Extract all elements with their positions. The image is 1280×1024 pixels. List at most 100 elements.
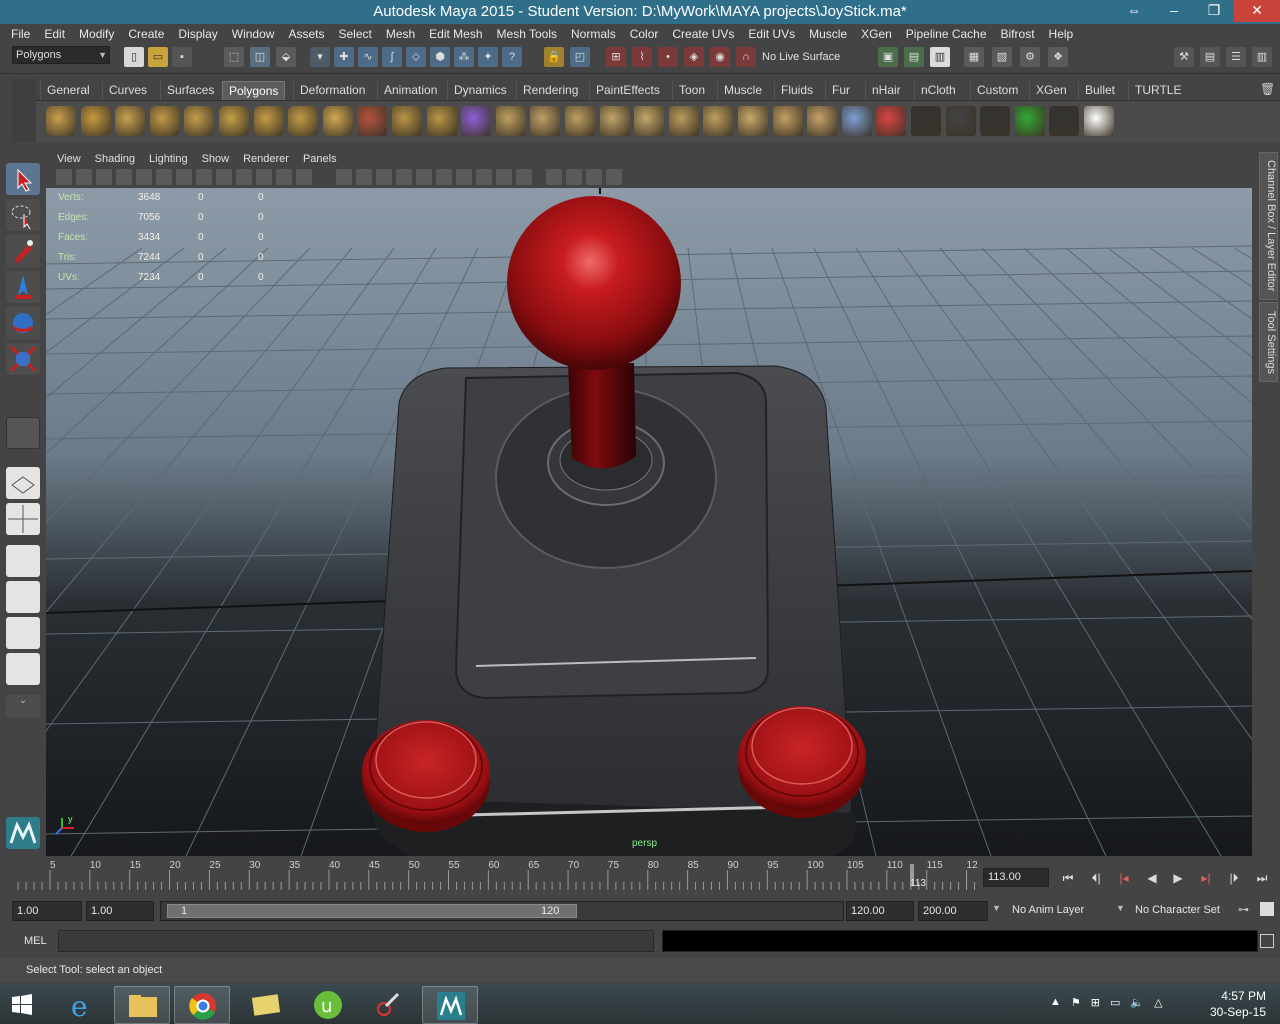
shelf-tab-animation[interactable]: Animation <box>377 81 443 100</box>
live-surface-label[interactable]: No Live Surface <box>762 51 840 63</box>
mirror-icon[interactable] <box>841 106 872 136</box>
poly-torus-icon[interactable] <box>219 106 249 136</box>
automatic-uv-icon[interactable] <box>1084 106 1114 136</box>
panel-menu-show[interactable]: Show <box>195 153 237 165</box>
menu-bifrost[interactable]: Bifrost <box>994 25 1042 43</box>
step-forward-frame-icon[interactable]: |⏵ <box>1222 868 1246 888</box>
triangulate-icon[interactable] <box>911 106 941 136</box>
shelf-menu-handle[interactable] <box>12 78 36 142</box>
separate-icon[interactable] <box>392 106 422 136</box>
character-set-label[interactable]: No Character Set <box>1135 904 1220 916</box>
playback-start-field[interactable]: 1.00 <box>86 901 154 921</box>
planar-uv-icon[interactable] <box>980 106 1011 136</box>
tool-settings-icon[interactable]: ☰ <box>1226 47 1246 67</box>
menu-set-dropdown[interactable]: Polygons ▼ <box>12 46 110 64</box>
snap-surface-icon[interactable]: ◉ <box>710 47 730 67</box>
script-editor-icon[interactable] <box>1260 934 1274 948</box>
snipping-tool-icon[interactable] <box>360 986 416 1024</box>
select-faces-icon[interactable]: ⬦ <box>406 47 426 67</box>
shelf-tab-custom[interactable]: Custom <box>970 81 1024 100</box>
single-perspective-layout-icon[interactable] <box>6 467 40 499</box>
xray-components-icon[interactable] <box>606 169 622 185</box>
poly-pipe-icon[interactable] <box>288 106 319 136</box>
combine-icon[interactable] <box>357 106 388 136</box>
menu-pipeline-cache[interactable]: Pipeline Cache <box>899 25 994 43</box>
shelf-tab-deformation[interactable]: Deformation <box>293 81 371 100</box>
shelf-tab-dynamics[interactable]: Dynamics <box>447 81 513 100</box>
menu-file[interactable]: File <box>4 25 37 43</box>
restore-arrows-icon[interactable]: ⇔ <box>1114 0 1154 22</box>
save-scene-icon[interactable]: ▪ <box>172 47 192 67</box>
shadows-icon[interactable] <box>436 169 452 185</box>
menu-edit[interactable]: Edit <box>37 25 72 43</box>
chrome-icon[interactable] <box>174 986 230 1024</box>
menu-window[interactable]: Window <box>225 25 282 43</box>
film-gate-icon[interactable] <box>196 169 212 185</box>
shelf-tab-xgen[interactable]: XGen <box>1029 81 1073 100</box>
channel-box-tab[interactable]: Channel Box / Layer Editor <box>1259 152 1278 300</box>
select-component-icon[interactable]: ⬙ <box>276 47 296 67</box>
menu-normals[interactable]: Normals <box>564 25 623 43</box>
safe-action-icon[interactable] <box>276 169 292 185</box>
image-plane-icon[interactable] <box>116 169 132 185</box>
end-time-field[interactable]: 200.00 <box>918 901 988 921</box>
smooth-shade-all-icon[interactable] <box>356 169 372 185</box>
menu-create[interactable]: Create <box>121 25 171 43</box>
shelf-tab-painteffects[interactable]: PaintEffects <box>589 81 666 100</box>
channel-box-icon[interactable]: ▥ <box>1252 47 1272 67</box>
safe-title-icon[interactable] <box>296 169 312 185</box>
menu-color[interactable]: Color <box>623 25 666 43</box>
time-slider[interactable]: 5 10 15 20 25 30 35 40 45 50 55 60 65 70 75 80 85 90 95 100… <box>10 860 980 892</box>
shelf-tab-fluids[interactable]: Fluids <box>774 81 819 100</box>
start-time-field[interactable]: 1.00 <box>12 901 82 921</box>
insert-edge-loop-icon[interactable] <box>634 106 665 136</box>
xray-joints-icon[interactable] <box>586 169 602 185</box>
select-lines-icon[interactable]: ∫ <box>382 47 402 67</box>
poly-platonic-icon[interactable] <box>322 106 353 136</box>
panel-menu-renderer[interactable]: Renderer <box>236 153 296 165</box>
live-magnet-icon[interactable]: ∩ <box>736 47 756 67</box>
poly-crease-icon[interactable] <box>807 106 838 136</box>
menu-help[interactable]: Help <box>1042 25 1081 43</box>
shelf-tab-nhair[interactable]: nHair <box>865 81 907 100</box>
character-set-dropdown-icon[interactable]: ▼ <box>1116 903 1125 913</box>
last-tool-slot[interactable] <box>6 417 40 449</box>
menu-edit-uvs[interactable]: Edit UVs <box>741 25 802 43</box>
poly-cube-icon[interactable] <box>80 106 111 136</box>
textured-icon[interactable] <box>396 169 412 185</box>
google-drive-icon[interactable]: △ <box>1154 996 1162 1009</box>
play-backwards-icon[interactable]: ◀ <box>1140 868 1164 888</box>
tool-settings-tab[interactable]: Tool Settings <box>1259 302 1278 382</box>
offset-edge-loop-icon[interactable] <box>703 106 734 136</box>
shelf-tab-rendering[interactable]: Rendering <box>516 81 584 100</box>
panel-menu-view[interactable]: View <box>50 153 88 165</box>
snap-view-plane-icon[interactable]: ◈ <box>684 47 704 67</box>
mirror-geometry-icon[interactable] <box>876 106 907 136</box>
bookmarks-icon[interactable] <box>96 169 112 185</box>
anim-layer-label[interactable]: No Anim Layer <box>1012 904 1084 916</box>
render-settings-icon[interactable]: ⚙ <box>1020 47 1040 67</box>
network-icon[interactable]: ▭ <box>1110 996 1120 1009</box>
lasso-tool-icon[interactable] <box>6 199 40 231</box>
mel-label[interactable]: MEL <box>24 935 47 947</box>
menu-mesh[interactable]: Mesh <box>379 25 422 43</box>
step-forward-key-icon[interactable]: ▸| <box>1194 868 1218 888</box>
extract-icon[interactable] <box>426 106 457 136</box>
highlight-selection-icon[interactable]: ◰ <box>570 47 590 67</box>
shelf-tab-general[interactable]: General <box>40 81 96 100</box>
input-ops-icon[interactable]: ▣ <box>878 47 898 67</box>
persp-graph-outliner-layout-icon[interactable] <box>6 653 40 685</box>
show-hidden-icons-icon[interactable]: ▲ <box>1050 996 1061 1009</box>
go-to-start-icon[interactable]: ⏮ <box>1056 868 1080 888</box>
maya-taskbar-icon[interactable] <box>422 986 478 1024</box>
hypershade-icon[interactable]: ❖ <box>1048 47 1068 67</box>
animation-prefs-icon[interactable] <box>1260 902 1274 916</box>
action-center-flag-icon[interactable]: ⚑ <box>1071 996 1081 1009</box>
spherical-uv-icon[interactable] <box>1049 106 1080 136</box>
poly-plane-icon[interactable] <box>184 106 215 136</box>
windows-icon[interactable]: ⊞ <box>1091 996 1100 1009</box>
multi-cut-icon[interactable] <box>668 106 699 136</box>
four-view-layout-icon[interactable] <box>6 503 40 535</box>
multisample-aa-icon[interactable] <box>496 169 512 185</box>
extrude-icon[interactable] <box>565 106 595 136</box>
